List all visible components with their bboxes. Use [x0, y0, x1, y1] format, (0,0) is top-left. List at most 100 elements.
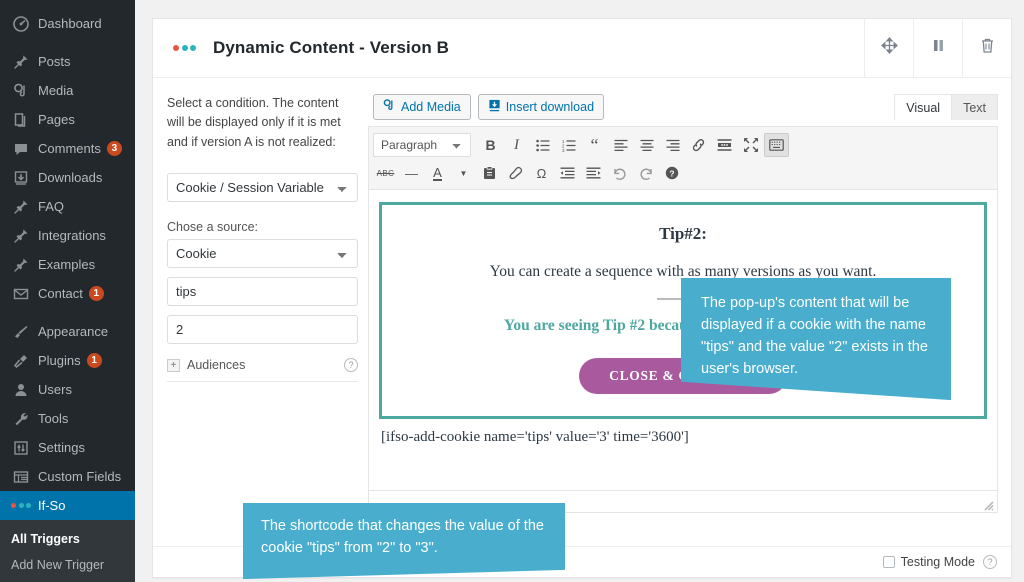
cookie-name-input[interactable]: [167, 277, 358, 307]
comments-badge: 3: [106, 141, 122, 156]
source-select[interactable]: Cookie: [167, 239, 358, 269]
sidebar-item-label: Appearance: [38, 324, 109, 339]
insert-download-button[interactable]: Insert download: [477, 94, 605, 120]
sidebar-item-appearance[interactable]: Appearance: [0, 317, 135, 346]
sidebar-item-contact[interactable]: Contact 1: [0, 279, 135, 308]
redo-button[interactable]: [633, 161, 658, 185]
indent-button[interactable]: [581, 161, 606, 185]
bullet-list-button[interactable]: [530, 133, 555, 157]
special-character-button[interactable]: Ω: [529, 161, 554, 185]
text-color-dropdown[interactable]: ▼: [451, 161, 476, 185]
testing-mode-label: Testing Mode: [900, 555, 975, 569]
sidebar-item-comments[interactable]: Comments 3: [0, 134, 135, 163]
help-icon[interactable]: ?: [344, 358, 358, 373]
source-label: Chose a source:: [167, 220, 259, 235]
help-icon[interactable]: ?: [983, 555, 997, 569]
move-handle[interactable]: [864, 19, 913, 77]
sidebar-item-label: Plugins: [38, 353, 81, 368]
numbered-list-button[interactable]: 123: [556, 133, 581, 157]
sidebar-item-downloads[interactable]: Downloads: [0, 163, 135, 192]
help-icon[interactable]: ?: [659, 161, 684, 185]
align-right-button[interactable]: [660, 133, 685, 157]
sidebar-item-if-so[interactable]: If-So: [0, 491, 135, 520]
strikethrough-button[interactable]: ABC: [373, 161, 398, 185]
sidebar-item-custom-fields[interactable]: Custom Fields: [0, 462, 135, 491]
condition-type-select[interactable]: Cookie / Session Variable: [167, 173, 358, 203]
contact-badge: 1: [88, 286, 104, 301]
svg-text:3: 3: [562, 148, 565, 152]
sidebar-item-label: Settings: [38, 440, 85, 455]
audiences-label: Audiences: [187, 358, 246, 373]
download-icon: [488, 99, 501, 115]
submenu-item-audiences[interactable]: Audiences: [0, 579, 135, 582]
sidebar-item-examples[interactable]: Examples: [0, 250, 135, 279]
testing-mode-checkbox[interactable]: [882, 556, 895, 568]
link-button[interactable]: [686, 133, 711, 157]
insert-more-button[interactable]: [712, 133, 737, 157]
sidebar-item-label: Posts: [38, 54, 71, 69]
shortcode-text: [ifso-add-cookie name='tips' value='3' t…: [381, 428, 689, 445]
blockquote-button[interactable]: “: [582, 133, 607, 157]
move-arrows-icon: [880, 37, 898, 59]
horizontal-rule-button[interactable]: —: [399, 161, 424, 185]
sidebar-item-media[interactable]: Media: [0, 76, 135, 105]
callout-shortcode-explanation: The shortcode that changes the value of …: [243, 503, 565, 580]
sidebar-item-pages[interactable]: Pages: [0, 105, 135, 134]
cookie-value-input[interactable]: [167, 315, 358, 345]
fullscreen-button[interactable]: [738, 133, 763, 157]
sidebar-item-label: Tools: [38, 411, 69, 426]
format-select[interactable]: Paragraph: [373, 133, 471, 157]
media-buttons: Add Media Insert download: [368, 94, 605, 120]
add-media-button[interactable]: Add Media: [373, 94, 471, 120]
align-center-button[interactable]: [634, 133, 659, 157]
pin-icon: [11, 198, 31, 216]
bold-button[interactable]: B: [478, 133, 503, 157]
sidebar-item-posts[interactable]: Posts: [0, 47, 135, 76]
toolbar-toggle-button[interactable]: [764, 133, 789, 157]
sidebar-item-integrations[interactable]: Integrations: [0, 221, 135, 250]
pin-icon: [11, 227, 31, 245]
undo-button[interactable]: [607, 161, 632, 185]
submenu-item-add-new-trigger[interactable]: Add New Trigger: [0, 552, 135, 578]
clear-formatting-button[interactable]: [503, 161, 528, 185]
sidebar-item-label: If-So: [38, 498, 66, 513]
sidebar-item-label: Media: [38, 83, 74, 98]
editor-tabs: Visual Text: [894, 94, 998, 120]
sidebar-item-label: Pages: [38, 112, 75, 127]
media-icon: [11, 82, 31, 100]
sidebar-item-tools[interactable]: Tools: [0, 404, 135, 433]
tab-visual[interactable]: Visual: [894, 94, 953, 120]
sidebar-submenu: All Triggers Add New Trigger Audiences: [0, 520, 135, 582]
editor-topbar: Add Media Insert download Visual Text: [368, 94, 998, 120]
expand-icon[interactable]: +: [167, 358, 180, 372]
paste-as-text-button[interactable]: [477, 161, 502, 185]
text-color-button[interactable]: A: [425, 161, 450, 185]
callout-text: The shortcode that changes the value of …: [261, 518, 544, 557]
main-area: Dynamic Content - Version B Select a con…: [135, 0, 1024, 582]
pause-button[interactable]: [913, 19, 962, 77]
sidebar-item-settings[interactable]: Settings: [0, 433, 135, 462]
sidebar-item-faq[interactable]: FAQ: [0, 192, 135, 221]
submenu-item-all-triggers[interactable]: All Triggers: [0, 526, 135, 552]
delete-button[interactable]: [962, 19, 1011, 77]
sidebar-item-label: Comments: [38, 141, 101, 156]
condition-form: Select a condition. The content will be …: [153, 94, 368, 513]
audiences-row[interactable]: + Audiences ?: [167, 353, 358, 383]
sidebar-item-plugins[interactable]: Plugins 1: [0, 346, 135, 375]
add-media-icon: [383, 99, 396, 115]
tab-text[interactable]: Text: [951, 94, 998, 120]
sidebar-item-label: Dashboard: [38, 16, 102, 31]
outdent-button[interactable]: [555, 161, 580, 185]
sidebar-item-users[interactable]: Users: [0, 375, 135, 404]
settings-icon: [11, 439, 31, 457]
italic-button[interactable]: I: [504, 133, 529, 157]
align-left-button[interactable]: [608, 133, 633, 157]
sidebar-item-dashboard[interactable]: Dashboard: [0, 9, 135, 38]
sidebar-item-label: FAQ: [38, 199, 65, 214]
toolbar-row-2: ABC — A ▼ Ω ?: [373, 159, 993, 187]
panel-title-area: Dynamic Content - Version B: [153, 19, 864, 77]
pin-icon: [11, 53, 31, 71]
resize-handle-icon[interactable]: [982, 498, 994, 511]
